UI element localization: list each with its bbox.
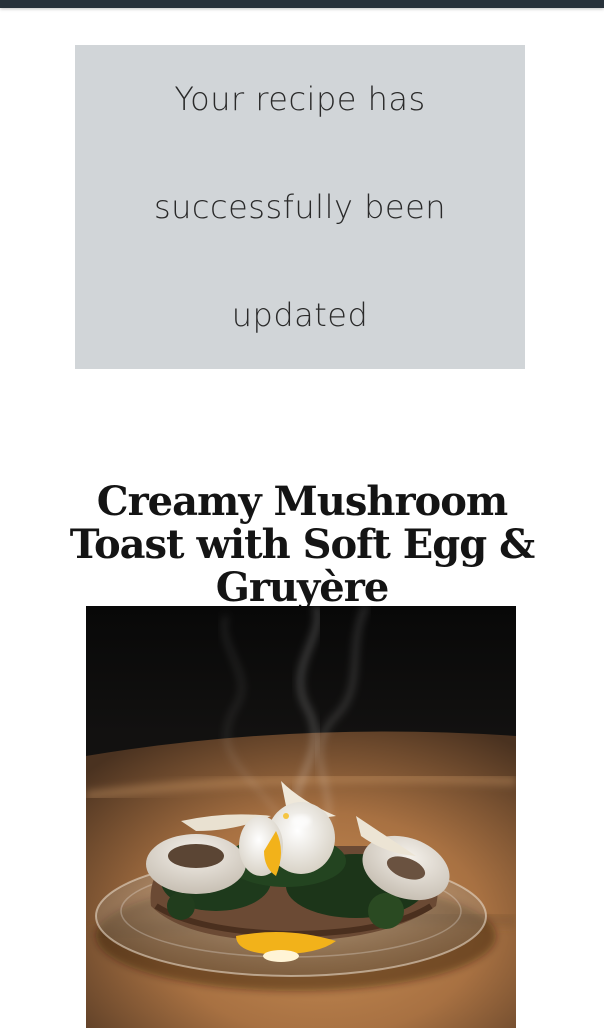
recipe-photo-image xyxy=(86,606,516,1028)
success-alert: Your recipe has successfully been update… xyxy=(75,45,525,369)
top-navigation-bar xyxy=(0,0,604,8)
recipe-title: Creamy Mushroom Toast with Soft Egg & Gr… xyxy=(69,478,535,611)
recipe-photo xyxy=(86,606,516,1028)
success-message: Your recipe has successfully been update… xyxy=(153,80,447,334)
